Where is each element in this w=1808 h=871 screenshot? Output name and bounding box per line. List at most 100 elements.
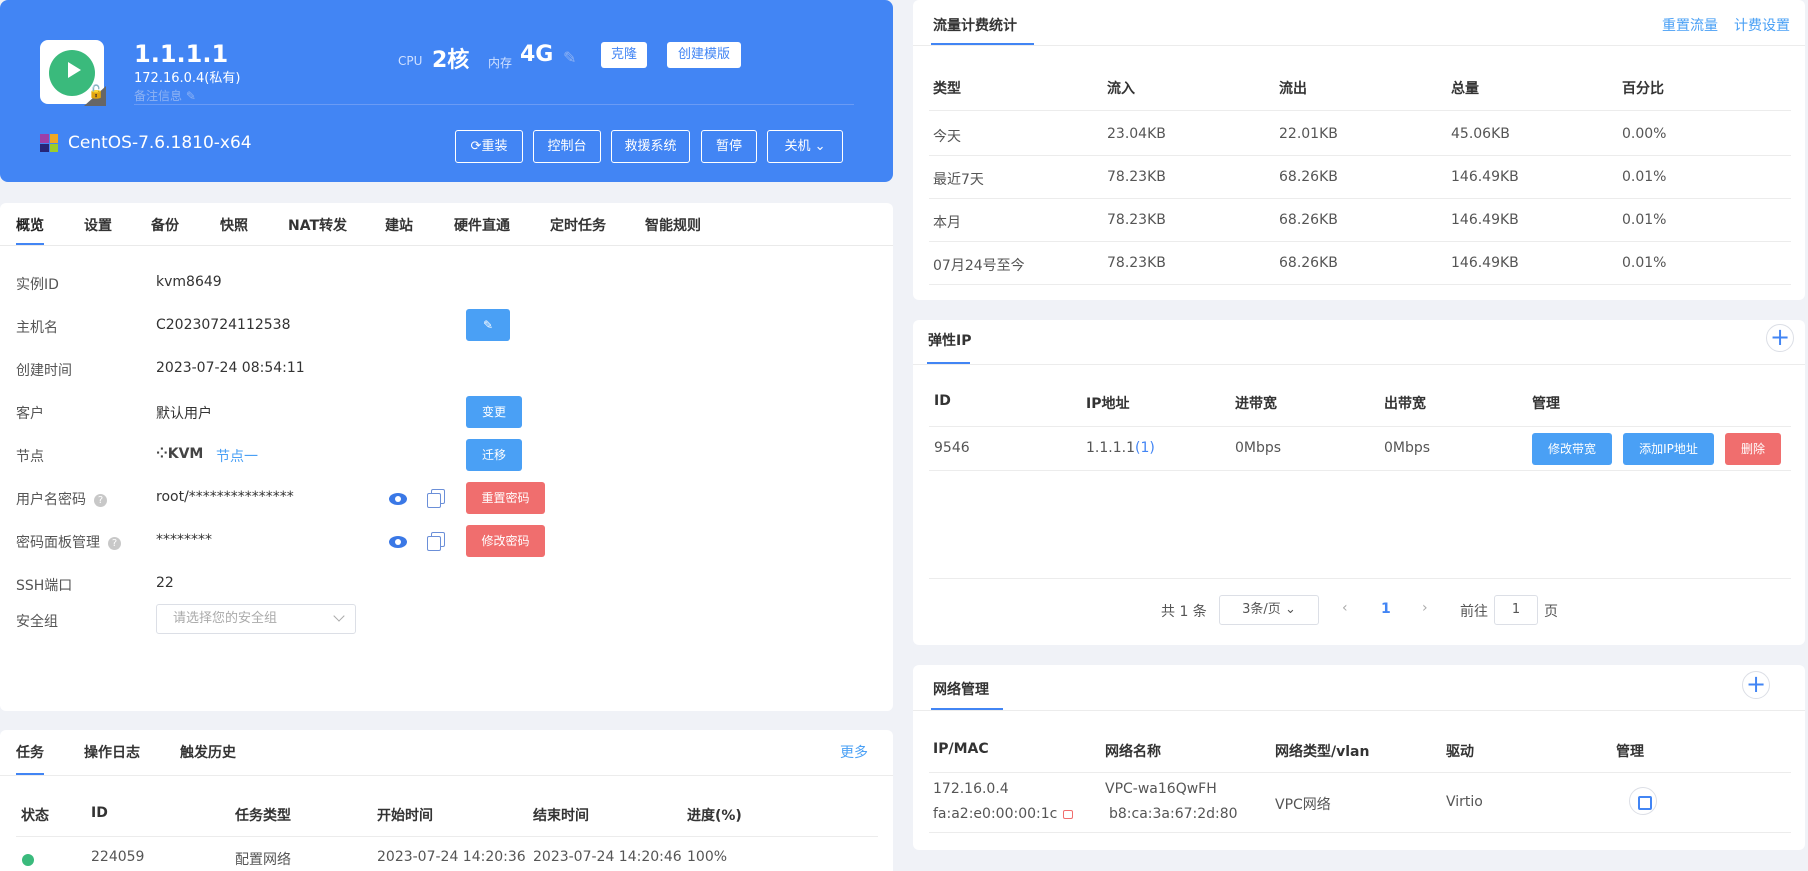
divider [0, 775, 893, 776]
cpu-value: 2核 [432, 48, 470, 73]
play-icon [68, 62, 81, 78]
edit-icon[interactable] [1629, 787, 1657, 815]
tab-operation-log[interactable]: 操作日志 [84, 742, 140, 762]
help-icon[interactable]: ? [108, 536, 121, 550]
divider [929, 832, 1791, 833]
page-number-current[interactable]: 1 [1381, 601, 1391, 617]
change-customer-button[interactable]: 变更 [466, 396, 522, 428]
security-group-select[interactable]: 请选择您的安全组 [156, 604, 356, 634]
divider [913, 45, 1805, 46]
tab-backup[interactable]: 备份 [151, 215, 179, 235]
tab-trigger-history[interactable]: 触发历史 [180, 742, 236, 762]
network-title: 网络管理 [933, 682, 989, 698]
instance-header: 🔓 1.1.1.1 172.16.0.4(私有) 备注信息 ✎ CPU 2核 内… [0, 0, 893, 182]
network-name-mac: b8:ca:3a:67:2d:80 [1109, 806, 1238, 822]
cpu-label: CPU [398, 54, 423, 68]
network-mac-text: fa:a2:e0:00:00:1c [933, 806, 1058, 822]
traffic-cell: 78.23KB [1107, 255, 1166, 271]
tab-tasks[interactable]: 任务 [16, 742, 44, 762]
elastic-ip-card: 弹性IP + ID IP地址 进带宽 出带宽 管理 9546 1.1.1.1(1… [913, 320, 1805, 645]
copy-icon[interactable] [427, 532, 445, 551]
node-name-link[interactable]: 节点一 [216, 446, 258, 466]
more-link[interactable]: 更多 [840, 742, 868, 762]
traffic-cell: 0.01% [1622, 255, 1667, 271]
delete-eip-button[interactable]: 删除 [1725, 433, 1781, 465]
chevron-down-icon: ⌄ [814, 139, 826, 154]
reinstall-button[interactable]: ⟳重装 [455, 130, 523, 163]
create-template-button[interactable]: 创建模版 [667, 42, 741, 68]
hostname-label: 主机名 [16, 320, 58, 336]
tab-scheduled-tasks[interactable]: 定时任务 [550, 215, 606, 235]
success-icon [22, 854, 34, 866]
show-password-icon[interactable] [389, 536, 407, 548]
goto-page-input[interactable]: 1 [1494, 595, 1538, 625]
instance-ip: 1.1.1.1 [134, 40, 229, 68]
pencil-icon[interactable]: ✎ [186, 89, 196, 103]
traffic-cell: 146.49KB [1451, 212, 1519, 228]
eip-out-bw: 0Mbps [1384, 440, 1431, 456]
pause-button[interactable]: 暂停 [701, 130, 757, 163]
col-type: 类型 [933, 81, 961, 97]
network-mac: fa:a2:e0:00:00:1c [933, 806, 1074, 822]
clone-button[interactable]: 克隆 [601, 42, 647, 68]
traffic-cell: 78.23KB [1107, 212, 1166, 228]
task-type: 配置网络 [235, 852, 291, 868]
lock-icon[interactable] [1063, 809, 1074, 819]
page-suffix: 页 [1544, 604, 1558, 620]
traffic-cell: 0.01% [1622, 212, 1667, 228]
divider [929, 241, 1791, 242]
eip-ip-count-link[interactable]: (1) [1135, 440, 1155, 456]
chevron-down-icon: ⌄ [1284, 602, 1296, 617]
eip-title: 弹性IP [928, 333, 972, 349]
migrate-button[interactable]: 迁移 [466, 439, 522, 471]
traffic-cell: 45.06KB [1451, 126, 1510, 142]
userpass-value: root/*************** [156, 489, 294, 505]
edit-hostname-button[interactable]: ✎ [466, 309, 510, 341]
col-in: 流入 [1107, 81, 1135, 97]
traffic-card: 流量计费统计 重置流量 计费设置 类型 流入 流出 总量 百分比 今天 23.0… [913, 0, 1805, 300]
billing-settings-link[interactable]: 计费设置 [1734, 15, 1790, 35]
os-name: CentOS-7.6.1810-x64 [68, 133, 252, 153]
add-eip-button[interactable]: + [1766, 324, 1794, 352]
shutdown-dropdown[interactable]: 关机 ⌄ [767, 130, 843, 163]
tab-hardware-passthrough[interactable]: 硬件直通 [454, 215, 510, 235]
col-end-time: 结束时间 [533, 808, 589, 824]
change-password-button[interactable]: 修改密码 [466, 525, 545, 557]
tab-nat-forward[interactable]: NAT转发 [288, 215, 347, 235]
tab-settings[interactable]: 设置 [84, 215, 112, 235]
task-start: 2023-07-24 14:20:36 [377, 849, 526, 865]
add-ip-address-button[interactable]: 添加IP地址 [1623, 433, 1714, 465]
tab-build-site[interactable]: 建站 [385, 215, 413, 235]
rescue-system-button[interactable]: 救援系统 [611, 130, 690, 163]
copy-icon[interactable] [427, 489, 445, 508]
help-icon[interactable]: ? [94, 493, 107, 507]
col-total: 总量 [1451, 81, 1479, 97]
page-size-select[interactable]: 3条/页 ⌄ [1219, 595, 1319, 625]
note-field[interactable]: 备注信息 ✎ [134, 87, 196, 104]
show-password-icon[interactable] [389, 493, 407, 505]
add-network-button[interactable]: + [1742, 671, 1770, 699]
network-driver: Virtio [1446, 794, 1483, 810]
col-out: 流出 [1279, 81, 1307, 97]
tab-snapshot[interactable]: 快照 [220, 215, 248, 235]
col-ip: IP地址 [1086, 396, 1130, 412]
overview-card: 概览 设置 备份 快照 NAT转发 建站 硬件直通 定时任务 智能规则 实例ID… [0, 203, 893, 711]
modify-bandwidth-button[interactable]: 修改带宽 [1532, 433, 1612, 465]
task-id: 224059 [91, 849, 145, 865]
tab-overview[interactable]: 概览 [16, 215, 44, 235]
pencil-icon: ✎ [482, 318, 494, 332]
task-end: 2023-07-24 14:20:46 [533, 849, 682, 865]
note-placeholder: 备注信息 [134, 89, 183, 103]
eip-id: 9546 [934, 440, 970, 456]
prev-page-icon[interactable]: ‹ [1342, 600, 1348, 616]
console-button[interactable]: 控制台 [533, 130, 601, 163]
reset-traffic-link[interactable]: 重置流量 [1662, 15, 1718, 35]
ssh-port-label: SSH端口 [16, 578, 73, 594]
reset-password-button[interactable]: 重置密码 [466, 482, 545, 514]
tab-bar: 概览 设置 备份 快照 NAT转发 建站 硬件直通 定时任务 智能规则 [0, 203, 893, 246]
network-ip: 172.16.0.4 [933, 781, 1009, 797]
edit-spec-icon[interactable]: ✎ [563, 48, 576, 67]
centos-icon [40, 134, 58, 152]
tab-smart-rules[interactable]: 智能规则 [645, 215, 701, 235]
next-page-icon[interactable]: › [1422, 600, 1428, 616]
